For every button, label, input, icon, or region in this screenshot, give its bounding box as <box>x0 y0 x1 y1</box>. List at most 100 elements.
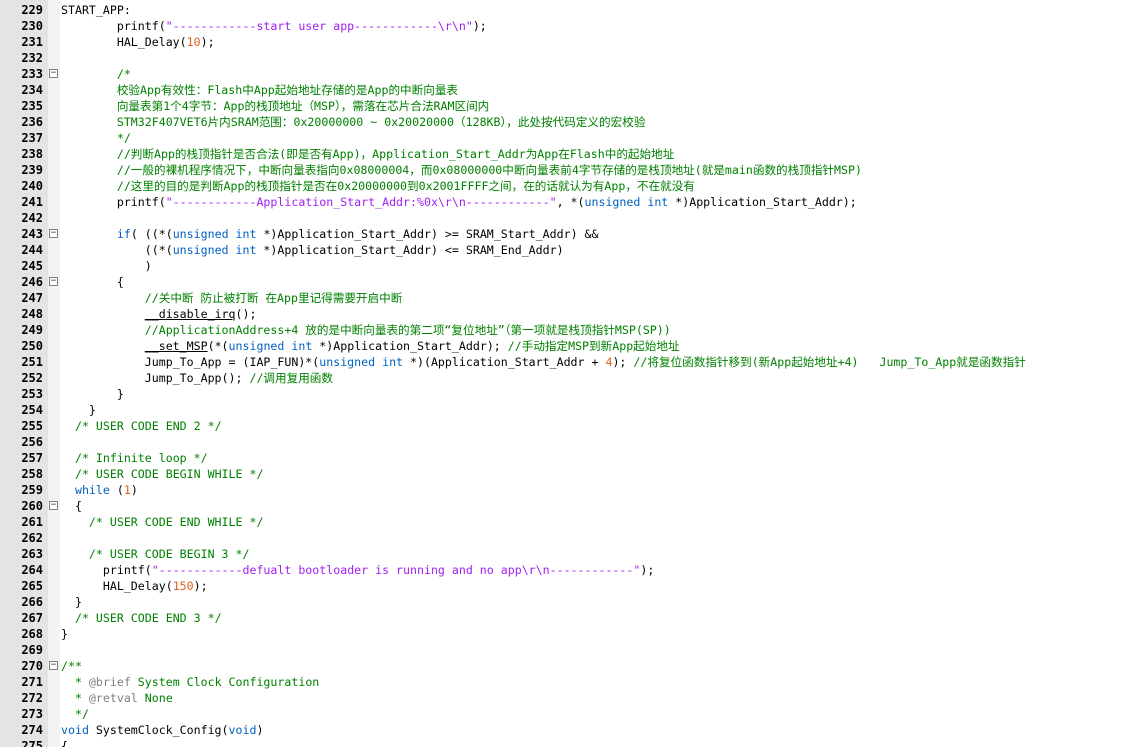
code-line[interactable]: 231 HAL_Delay(10); <box>0 34 1143 50</box>
code-line[interactable]: 260 { <box>0 498 1143 514</box>
code-token: unsigned int <box>228 339 313 353</box>
code-line[interactable]: 244 ((*(unsigned int *)Application_Start… <box>0 242 1143 258</box>
code-token: (*( <box>207 339 229 353</box>
code-token: /* USER CODE BEGIN 3 */ <box>88 547 250 561</box>
line-number: 230 <box>21 19 43 33</box>
code-token: HAL_Delay( <box>61 35 187 49</box>
code-line[interactable]: 246 { <box>0 274 1143 290</box>
code-line[interactable]: 238 //判断App的栈顶指针是否合法(即是否有App)，Applicatio… <box>0 146 1143 162</box>
code-token: */ <box>61 707 89 721</box>
code-line[interactable]: 254 } <box>0 402 1143 418</box>
code-token: START_APP: <box>61 3 131 17</box>
code-text: /* USER CODE END 2 */ <box>61 418 222 434</box>
code-line[interactable]: 247 //关中断 防止被打断 在App里记得需要开启中断 <box>0 290 1143 306</box>
code-token: //调用复用函数 <box>249 371 333 385</box>
line-number: 238 <box>21 147 43 161</box>
code-line[interactable]: 265 HAL_Delay(150); <box>0 578 1143 594</box>
code-text: HAL_Delay(150); <box>61 578 208 594</box>
fold-toggle-icon[interactable] <box>49 229 58 238</box>
code-line[interactable]: 271 * @brief System Clock Configuration <box>0 674 1143 690</box>
line-number: 271 <box>21 675 43 689</box>
fold-toggle-icon[interactable] <box>49 277 58 286</box>
fold-toggle-icon[interactable] <box>49 501 58 510</box>
code-token: } <box>61 627 68 641</box>
fold-toggle-icon[interactable] <box>49 69 58 78</box>
code-line[interactable]: 255 /* USER CODE END 2 */ <box>0 418 1143 434</box>
code-line[interactable]: 240 //这里的目的是判断App的栈顶指针是否在0x20000000到0x20… <box>0 178 1143 194</box>
code-line[interactable]: 275 { <box>0 738 1143 747</box>
code-token: //手动指定MSP到新App起始地址 <box>507 339 680 353</box>
code-line[interactable]: 251 Jump_To_App = (IAP_FUN)*(unsigned in… <box>0 354 1143 370</box>
code-line[interactable]: 253 } <box>0 386 1143 402</box>
code-token: //ApplicationAddress+4 放的是中断向量表的第二项“复位地址… <box>144 323 671 337</box>
code-token: if <box>116 227 131 241</box>
code-line[interactable]: 259 while (1) <box>0 482 1143 498</box>
code-token: __set_MSP <box>144 339 208 353</box>
code-text: } <box>61 386 124 402</box>
code-line[interactable]: 239 //一般的裸机程序情况下，中断向量表指向0x08000004，而0x08… <box>0 162 1143 178</box>
code-line[interactable]: 234 校验App有效性：Flash中App起始地址存储的是App的中断向量表 <box>0 82 1143 98</box>
code-text: START_APP: <box>61 2 131 18</box>
code-line[interactable]: 230 printf("------------start user app--… <box>0 18 1143 34</box>
code-line[interactable]: 274 void SystemClock_Config(void) <box>0 722 1143 738</box>
code-line[interactable]: 268} <box>0 626 1143 642</box>
code-text: */ <box>61 130 131 146</box>
code-line[interactable]: 245 ) <box>0 258 1143 274</box>
code-line[interactable]: 262 <box>0 530 1143 546</box>
code-token: *)(Application_Start_Addr + <box>403 355 606 369</box>
code-token: Jump_To_App = (IAP_FUN)*( <box>61 355 320 369</box>
code-token: ) <box>130 483 138 497</box>
code-token: /* USER CODE END WHILE */ <box>88 515 264 529</box>
code-line[interactable]: 256 <box>0 434 1143 450</box>
code-token: unsigned int <box>584 195 669 209</box>
code-line[interactable]: 241 printf("------------Application_Star… <box>0 194 1143 210</box>
code-token: void <box>228 723 257 737</box>
code-line[interactable]: 252 Jump_To_App(); //调用复用函数 <box>0 370 1143 386</box>
code-line[interactable]: 273 */ <box>0 706 1143 722</box>
line-number: 232 <box>21 51 43 65</box>
code-line[interactable]: 235 向量表第1个4字节：App的栈顶地址（MSP），需落在芯片合法RAM区间… <box>0 98 1143 114</box>
code-line[interactable]: 233 /* <box>0 66 1143 82</box>
code-line[interactable]: 249 //ApplicationAddress+4 放的是中断向量表的第二项“… <box>0 322 1143 338</box>
line-number: 273 <box>21 707 43 721</box>
code-line[interactable]: 263 /* USER CODE BEGIN 3 */ <box>0 546 1143 562</box>
code-line[interactable]: 236 STM32F407VET6片内SRAM范围：0x20000000 ~ 0… <box>0 114 1143 130</box>
code-line[interactable]: 269 <box>0 642 1143 658</box>
line-number: 229 <box>21 3 43 17</box>
code-line[interactable]: 267 /* USER CODE END 3 */ <box>0 610 1143 626</box>
code-line[interactable]: 272 * @retval None <box>0 690 1143 706</box>
code-line[interactable]: 266 } <box>0 594 1143 610</box>
fold-toggle-icon[interactable] <box>49 661 58 670</box>
code-line[interactable]: 258 /* USER CODE BEGIN WHILE */ <box>0 466 1143 482</box>
line-number: 272 <box>21 691 43 705</box>
code-line[interactable]: 270 /** <box>0 658 1143 674</box>
code-line[interactable]: 237 */ <box>0 130 1143 146</box>
code-line[interactable]: 248 __disable_irq(); <box>0 306 1143 322</box>
code-editor[interactable]: 229 START_APP: 230 printf("------------sta… <box>0 0 1143 747</box>
line-number: 250 <box>21 339 43 353</box>
code-text: //ApplicationAddress+4 放的是中断向量表的第二项“复位地址… <box>61 322 671 338</box>
code-line[interactable]: 243 if( ((*(unsigned int *)Application_S… <box>0 226 1143 242</box>
code-text: if( ((*(unsigned int *)Application_Start… <box>61 226 599 242</box>
code-line[interactable]: 261 /* USER CODE END WHILE */ <box>0 514 1143 530</box>
code-line[interactable]: 229 START_APP: <box>0 2 1143 18</box>
code-text: /* USER CODE END 3 */ <box>61 610 222 626</box>
code-text: { <box>61 738 68 747</box>
line-number: 256 <box>21 435 43 449</box>
code-line[interactable]: 264 printf("------------defualt bootload… <box>0 562 1143 578</box>
code-line[interactable]: 232 <box>0 50 1143 66</box>
code-text: 向量表第1个4字节：App的栈顶地址（MSP），需落在芯片合法RAM区间内 <box>61 98 489 114</box>
code-text: HAL_Delay(10); <box>61 34 215 50</box>
code-text: /* <box>61 66 131 82</box>
code-line[interactable]: 242 <box>0 210 1143 226</box>
code-text: void SystemClock_Config(void) <box>61 722 263 738</box>
code-token: ); <box>193 579 208 593</box>
code-text: printf("------------start user app------… <box>61 18 487 34</box>
line-number: 251 <box>21 355 43 369</box>
code-line[interactable]: 257 /* Infinite loop */ <box>0 450 1143 466</box>
line-number: 249 <box>21 323 43 337</box>
code-line[interactable]: 250 __set_MSP(*(unsigned int *)Applicati… <box>0 338 1143 354</box>
line-number: 270 <box>21 659 43 673</box>
